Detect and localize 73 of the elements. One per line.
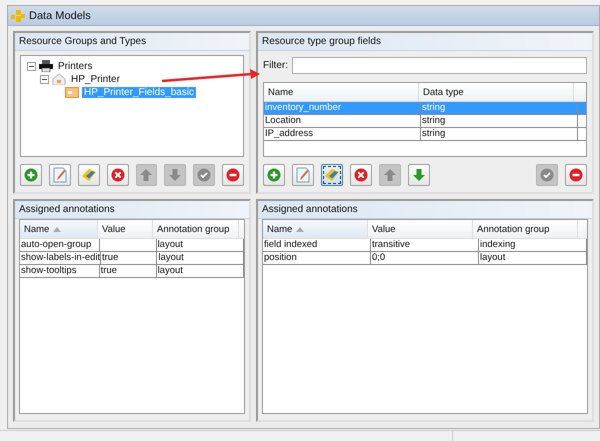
table-cell: transitive [371, 239, 479, 251]
remove-icon [569, 168, 583, 182]
panel-title: Assigned annotations [258, 201, 592, 219]
delete-icon [354, 168, 368, 182]
filter-field[interactable] [292, 57, 587, 74]
delete-button[interactable] [350, 164, 372, 186]
tag-button[interactable] [321, 164, 343, 186]
table-row[interactable]: Location string [264, 115, 586, 128]
column-header[interactable]: Annotation group [473, 220, 578, 238]
column-header[interactable]: Annotation group [153, 220, 239, 238]
table-cell: show-tooltips [20, 265, 100, 277]
delete-button[interactable] [106, 164, 128, 186]
table-cell: Location [264, 115, 421, 127]
up-arrow-icon [139, 168, 154, 182]
collapse-toggle[interactable] [40, 74, 49, 84]
column-header[interactable]: Name [263, 220, 368, 238]
tag-icon [80, 168, 97, 182]
table-cell: layout [156, 265, 244, 277]
column-header[interactable]: Value [98, 220, 153, 238]
edit-button[interactable] [48, 164, 71, 186]
table-cell: indexing [479, 239, 587, 251]
sort-icon [296, 226, 304, 232]
add-icon [24, 168, 38, 182]
remove-button[interactable] [565, 164, 587, 186]
panel-title: Assigned annotations [15, 201, 249, 219]
window-title: Data Models [29, 10, 91, 22]
edit-icon [52, 167, 67, 183]
tag-icon [324, 168, 340, 182]
tree-item[interactable]: Printers [56, 60, 94, 72]
table-row[interactable]: IP_address string [264, 128, 586, 141]
table-cell: string [421, 102, 578, 114]
check-icon [540, 168, 554, 182]
panel-title: Resource Groups and Types [15, 33, 249, 51]
remove-icon [226, 168, 240, 182]
filter-label: Filter: [263, 60, 288, 71]
table-cell: show-labels-in-edit [20, 252, 101, 264]
sort-icon [53, 226, 62, 232]
table-cell: layout [157, 252, 244, 264]
collapse-toggle[interactable] [27, 62, 36, 70]
printer-icon [39, 60, 53, 72]
table-cell: true [100, 265, 157, 277]
table-cell: position [263, 252, 371, 264]
table-cell: inventory_number [264, 102, 421, 114]
add-button[interactable] [20, 164, 42, 186]
down-arrow-icon [412, 168, 426, 182]
app-icon [11, 10, 25, 22]
add-button[interactable] [263, 164, 285, 186]
edit-button[interactable] [292, 164, 314, 186]
column-header[interactable]: Value [368, 220, 473, 238]
add-icon [267, 168, 281, 182]
tree-item[interactable]: HP_Printer [69, 74, 122, 84]
column-header[interactable]: Name [20, 220, 98, 238]
table-cell: auto-open-group [20, 239, 100, 251]
down-arrow-icon [168, 168, 182, 182]
up-arrow-icon [383, 168, 397, 182]
panel-title: Resource type group fields [258, 33, 592, 51]
table-cell: layout [479, 252, 587, 264]
column-header[interactable]: Data type [419, 83, 574, 101]
check-icon [197, 168, 212, 182]
type-icon [65, 86, 79, 98]
edit-icon [296, 167, 310, 183]
table-cell: 0;0 [371, 252, 479, 264]
table-cell: IP_address [264, 128, 421, 140]
table-cell: string [421, 115, 578, 127]
house-icon [52, 73, 66, 85]
table-cell: field indexed [263, 239, 371, 251]
delete-icon [110, 168, 125, 182]
table-cell: layout [156, 239, 244, 251]
move-down-button[interactable] [408, 164, 430, 186]
table-cell: string [421, 128, 578, 140]
remove-button[interactable] [222, 164, 244, 186]
table-cell: true [101, 252, 158, 264]
column-header[interactable]: Name [264, 83, 419, 101]
